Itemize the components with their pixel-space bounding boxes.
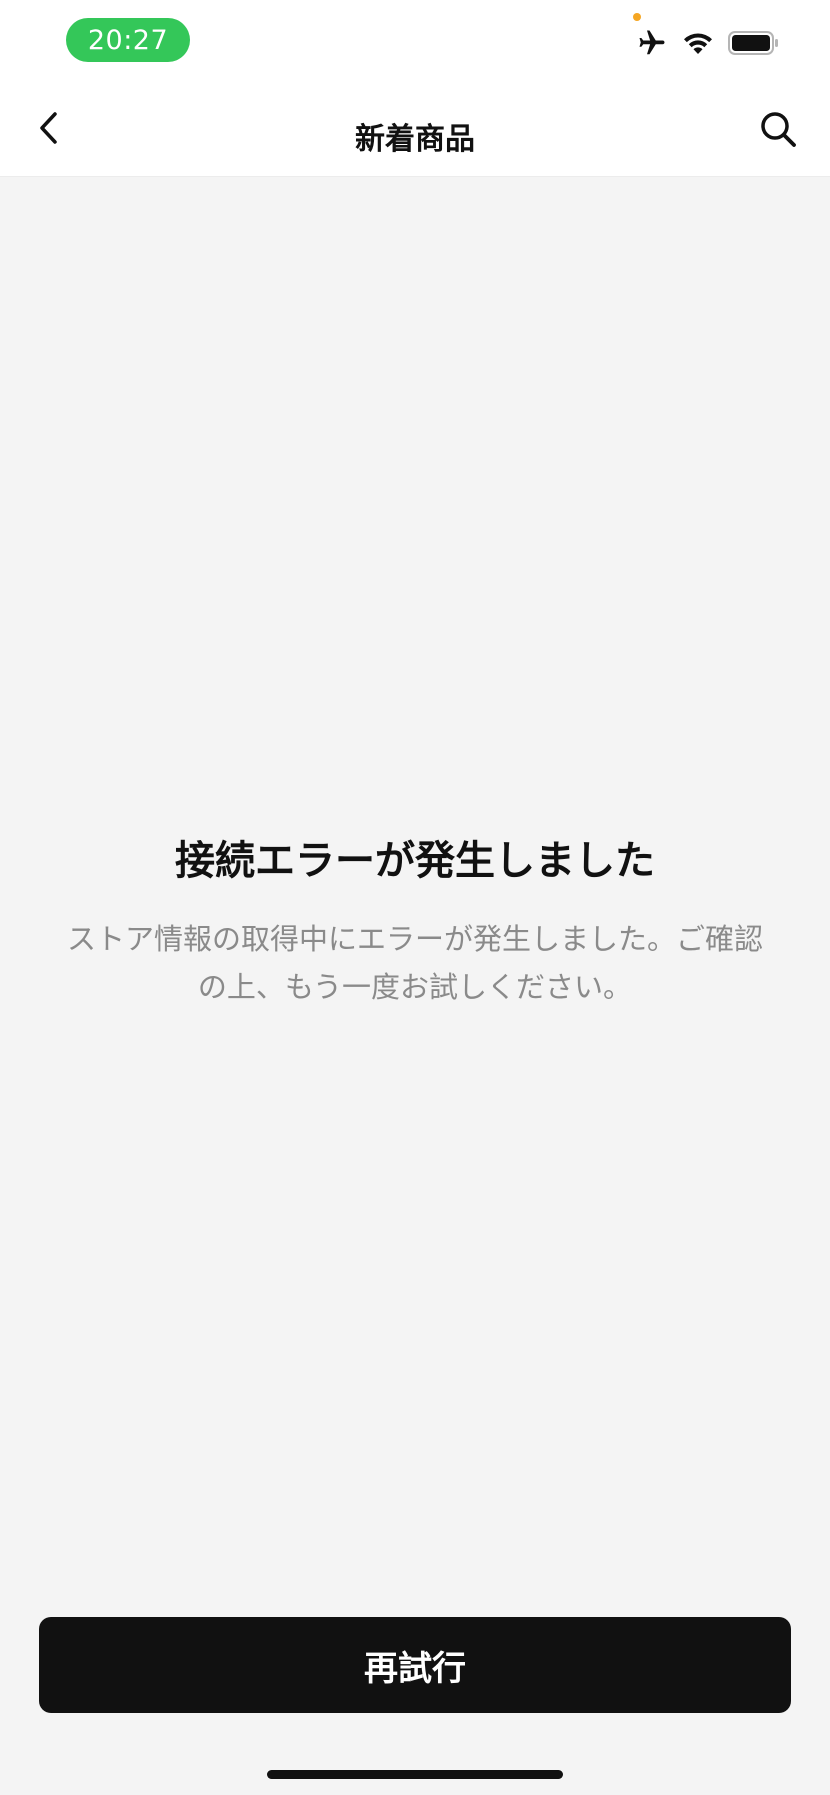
status-icons	[636, 28, 780, 58]
navigation-bar: 新着商品	[0, 90, 830, 177]
wifi-icon	[682, 30, 714, 56]
error-message-line-2: の上、もう一度お試しください。	[197, 970, 633, 1004]
search-icon	[758, 109, 798, 153]
search-button[interactable]	[754, 107, 802, 155]
error-title: 接続エラーが発生しました	[175, 838, 655, 884]
status-bar: 20:27	[0, 0, 830, 90]
error-message-line-1: ストア情報の取得中にエラーが発生しました。ご確認	[66, 922, 763, 956]
retry-button[interactable]: 再試行	[39, 1617, 791, 1713]
battery-icon	[728, 30, 780, 56]
error-message: ストア情報の取得中にエラーが発生しました。ご確認 の上、もう一度お試しください。	[40, 915, 790, 1011]
privacy-indicator-dot	[633, 13, 641, 21]
home-indicator	[267, 1770, 563, 1779]
page-title: 新着商品	[355, 122, 475, 157]
status-time: 20:27	[66, 18, 190, 62]
airplane-icon	[636, 28, 668, 58]
